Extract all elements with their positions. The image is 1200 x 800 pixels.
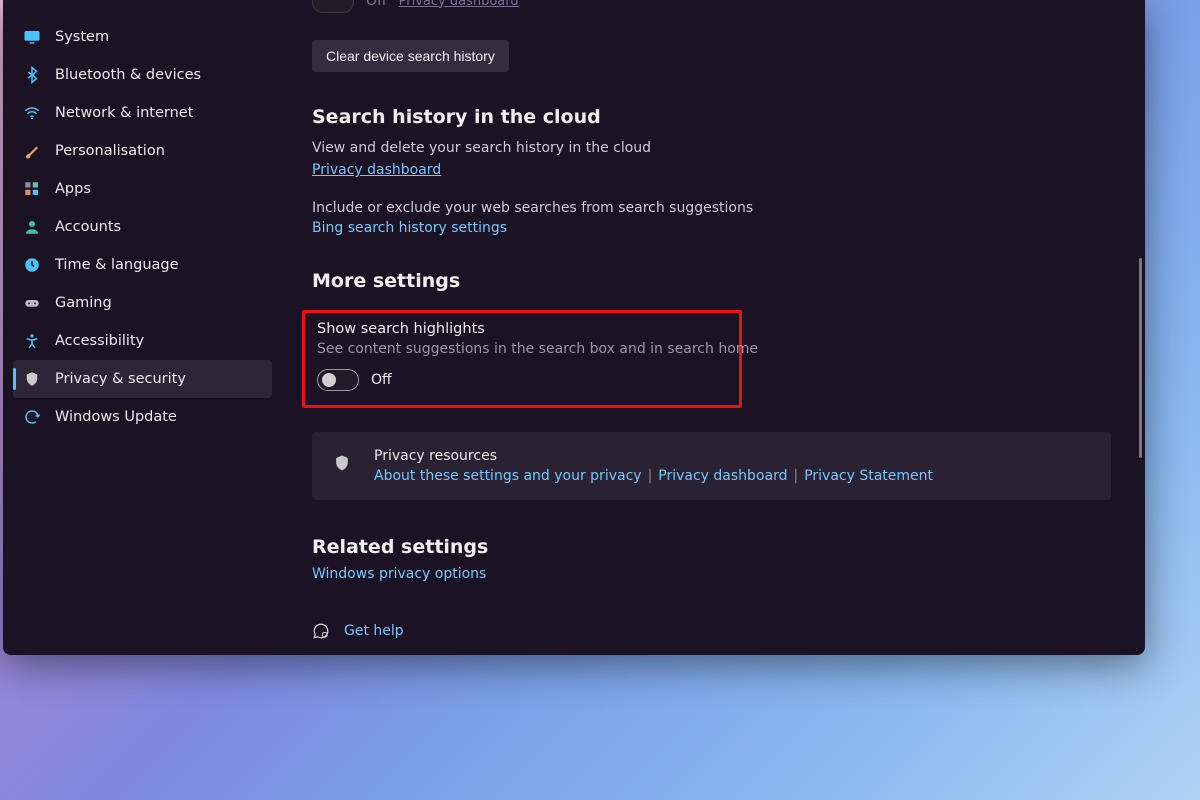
related-heading: Related settings: [312, 536, 1111, 558]
card-links: About these settings and your privacy|Pr…: [374, 468, 933, 484]
apps-icon: [23, 180, 41, 198]
cloud-desc: View and delete your search history in t…: [312, 140, 1111, 156]
nav-label: Bluetooth & devices: [55, 67, 201, 83]
about-settings-link[interactable]: About these settings and your privacy: [374, 468, 642, 484]
privacy-resources-card: Privacy resources About these settings a…: [312, 432, 1111, 500]
nav-accounts[interactable]: Accounts: [13, 208, 272, 246]
bing-desc: Include or exclude your web searches fro…: [312, 200, 1111, 216]
nav-label: Time & language: [55, 257, 179, 273]
sidebar: System Bluetooth & devices Network & int…: [3, 0, 278, 655]
nav-label: Gaming: [55, 295, 112, 311]
shield-icon: [332, 452, 352, 474]
nav-apps[interactable]: Apps: [13, 170, 272, 208]
scrollbar-thumb[interactable]: [1139, 258, 1142, 458]
bluetooth-icon: [23, 66, 41, 84]
nav-update[interactable]: Windows Update: [13, 398, 272, 436]
nav-gaming[interactable]: Gaming: [13, 284, 272, 322]
wifi-icon: [23, 104, 41, 122]
card-title: Privacy resources: [374, 448, 933, 464]
person-icon: [23, 218, 41, 236]
nav-label: System: [55, 29, 109, 45]
scrollbar[interactable]: [1139, 8, 1142, 647]
bing-settings-link[interactable]: Bing search history settings: [312, 220, 507, 236]
nav-privacy[interactable]: Privacy & security: [13, 360, 272, 398]
get-help-row[interactable]: Get help: [312, 622, 1111, 640]
partial-toggle-label: Off: [366, 0, 387, 9]
shield-icon: [23, 370, 41, 388]
main-content: Off Privacy dashboard Clear device searc…: [278, 0, 1145, 655]
search-highlights-group: Show search highlights See content sugge…: [302, 310, 742, 408]
nav-accessibility[interactable]: Accessibility: [13, 322, 272, 360]
cloud-heading: Search history in the cloud: [312, 106, 1111, 128]
windows-privacy-options-link[interactable]: Windows privacy options: [312, 566, 486, 582]
privacy-dashboard-link-card[interactable]: Privacy dashboard: [658, 468, 787, 484]
accessibility-icon: [23, 332, 41, 350]
nav-label: Privacy & security: [55, 371, 186, 387]
more-settings-heading: More settings: [312, 270, 1111, 292]
get-help-link[interactable]: Get help: [344, 623, 404, 639]
partial-top-row: Off Privacy dashboard: [312, 0, 1111, 14]
update-icon: [23, 408, 41, 426]
clock-icon: [23, 256, 41, 274]
nav-label: Apps: [55, 181, 91, 197]
nav-label: Windows Update: [55, 409, 177, 425]
monitor-icon: [23, 28, 41, 46]
settings-window: System Bluetooth & devices Network & int…: [3, 0, 1145, 655]
nav-label: Personalisation: [55, 143, 165, 159]
gamepad-icon: [23, 294, 41, 312]
nav-label: Accounts: [55, 219, 121, 235]
highlights-subtitle: See content suggestions in the search bo…: [317, 341, 727, 357]
privacy-statement-link[interactable]: Privacy Statement: [804, 468, 933, 484]
highlights-toggle[interactable]: [317, 369, 359, 391]
nav-bluetooth[interactable]: Bluetooth & devices: [13, 56, 272, 94]
help-icon: [312, 622, 330, 640]
nav-network[interactable]: Network & internet: [13, 94, 272, 132]
nav-personalisation[interactable]: Personalisation: [13, 132, 272, 170]
highlights-title: Show search highlights: [317, 321, 727, 337]
partial-toggle[interactable]: [312, 0, 354, 13]
privacy-dashboard-link-top[interactable]: Privacy dashboard: [399, 0, 519, 9]
nav-label: Accessibility: [55, 333, 144, 349]
highlights-toggle-label: Off: [371, 372, 392, 388]
brush-icon: [23, 142, 41, 160]
nav-label: Network & internet: [55, 105, 193, 121]
privacy-dashboard-link[interactable]: Privacy dashboard: [312, 162, 441, 178]
nav-time[interactable]: Time & language: [13, 246, 272, 284]
nav-system[interactable]: System: [13, 18, 272, 56]
clear-history-button[interactable]: Clear device search history: [312, 40, 509, 72]
